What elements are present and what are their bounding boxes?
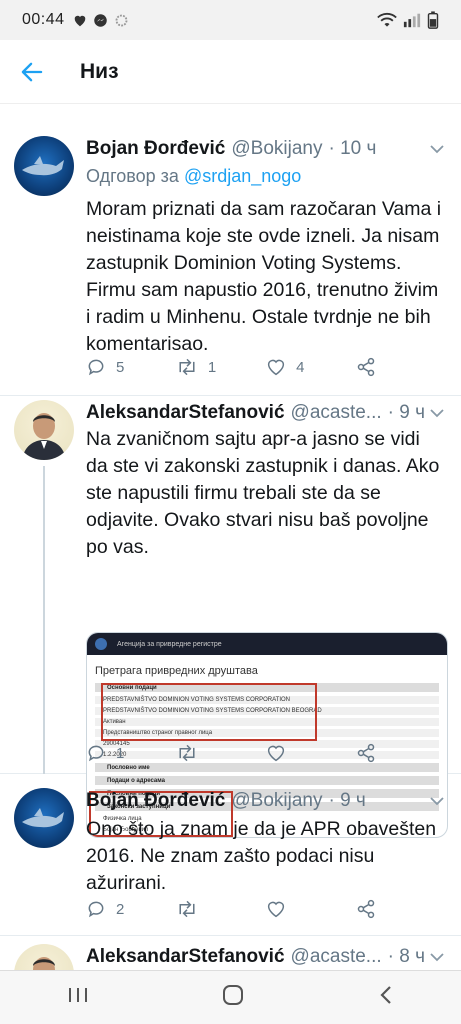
retweet-icon <box>179 358 195 376</box>
retweet-button[interactable] <box>176 900 216 918</box>
system-nav-bar <box>0 970 461 1024</box>
reply-count: 5 <box>116 358 125 376</box>
reply-count: 2 <box>116 900 125 918</box>
retweet-icon <box>179 900 195 918</box>
previous-tweet-actions <box>0 104 461 112</box>
retweet-button[interactable] <box>176 744 216 762</box>
share-button[interactable] <box>356 357 396 377</box>
tweet[interactable]: Bojan Đorđević @Bokijany · 9 ч Ono što j… <box>0 784 461 936</box>
chevron-down-icon[interactable] <box>429 408 445 418</box>
reply-button[interactable]: 2 <box>86 899 126 919</box>
author-name: Bojan Đorđević <box>86 790 226 811</box>
author-handle: @Bokijany <box>231 790 323 811</box>
like-count: 4 <box>296 358 305 376</box>
tweet-actions: 2 <box>86 896 396 922</box>
back-icon <box>380 986 391 1004</box>
tweet[interactable]: AleksandarStefanović @acaste... · 8 ч <box>0 936 461 970</box>
reply-prefix: Одговор за <box>86 166 179 186</box>
loading-icon <box>115 14 127 26</box>
share-icon <box>357 743 375 763</box>
tweet-actions: 5 1 4 <box>86 354 396 380</box>
chevron-down-icon[interactable] <box>429 952 445 962</box>
status-bar: 00:44 <box>0 0 461 40</box>
highlight-box <box>101 683 317 741</box>
messenger-icon <box>93 13 107 27</box>
avatar[interactable] <box>14 136 74 196</box>
tweet-time: · 9 ч <box>328 790 366 811</box>
tweet-text: Moram priznati da sam razočaran Vama i n… <box>86 198 442 355</box>
reply-button[interactable]: 5 <box>86 357 126 377</box>
reply-icon <box>88 359 104 376</box>
author-handle: @acaste... <box>290 402 382 423</box>
reply-icon <box>88 745 104 762</box>
heart-icon <box>74 15 85 26</box>
recent-apps-button[interactable] <box>67 986 89 1009</box>
heart-outline-icon <box>267 745 285 762</box>
like-button[interactable]: 4 <box>266 358 306 376</box>
battery-icon <box>427 11 439 29</box>
heart-outline-icon <box>267 901 285 918</box>
chevron-down-icon[interactable] <box>429 796 445 806</box>
thread-line <box>43 466 45 774</box>
author-name: AleksandarStefanović <box>86 402 285 423</box>
apr-heading: Претрага привредних друштава <box>95 665 258 677</box>
signal-icon <box>403 13 421 28</box>
apr-site-title: Агенција за привредне регистре <box>117 640 222 648</box>
back-button[interactable] <box>0 40 64 104</box>
chevron-down-icon[interactable] <box>429 144 445 154</box>
tweet-time: · 10 ч <box>328 138 377 159</box>
home-button[interactable] <box>222 984 244 1011</box>
recent-apps-icon <box>68 988 87 1002</box>
home-icon <box>223 985 244 1005</box>
reply-context: Одговор за @srdjan_nogo <box>86 166 301 187</box>
avatar[interactable] <box>14 944 74 970</box>
tweet-thread: Bojan Đorđević @Bokijany · 10 ч Одговор … <box>0 104 461 970</box>
avatar[interactable] <box>14 400 74 460</box>
share-icon <box>357 357 375 377</box>
share-button[interactable] <box>356 743 396 763</box>
system-back-button[interactable] <box>378 985 394 1010</box>
author-name: AleksandarStefanović <box>86 946 285 967</box>
retweet-icon <box>179 744 195 762</box>
status-time: 00:44 <box>22 11 65 28</box>
apr-site-bar: Агенција за привредне регистре <box>87 633 447 655</box>
reply-icon <box>88 901 104 918</box>
reply-count: 1 <box>116 744 125 762</box>
tweet[interactable]: Bojan Đorđević @Bokijany · 10 ч Одговор … <box>0 120 461 396</box>
tweet-time: · 8 ч <box>387 946 425 967</box>
author-handle: @Bokijany <box>231 138 323 159</box>
like-button[interactable] <box>266 900 306 918</box>
share-button[interactable] <box>356 899 396 919</box>
retweet-button[interactable]: 1 <box>176 358 216 376</box>
tweet[interactable]: AleksandarStefanović @acaste... · 9 ч Na… <box>0 396 461 838</box>
reply-button[interactable]: 1 <box>86 743 126 763</box>
heart-outline-icon <box>267 359 285 376</box>
app-header: Низ <box>0 40 461 104</box>
arrow-left-icon <box>21 62 43 81</box>
tweet-text: Na zvaničnom sajtu apr-a jasno se vidi d… <box>86 428 440 558</box>
wifi-icon <box>377 13 397 27</box>
tweet-time: · 9 ч <box>387 402 425 423</box>
retweet-count: 1 <box>207 358 217 376</box>
page-title: Низ <box>80 59 119 83</box>
avatar[interactable] <box>14 788 74 848</box>
like-button[interactable] <box>266 744 306 762</box>
tweet-actions: 1 <box>86 740 396 766</box>
author-name: Bojan Đorđević <box>86 138 226 159</box>
tweet-text: Ono što ja znam je da je APR obavešten 2… <box>86 818 437 894</box>
author-handle: @acaste... <box>290 946 382 967</box>
share-icon <box>357 899 375 919</box>
reply-to-link[interactable]: @srdjan_nogo <box>184 166 301 186</box>
